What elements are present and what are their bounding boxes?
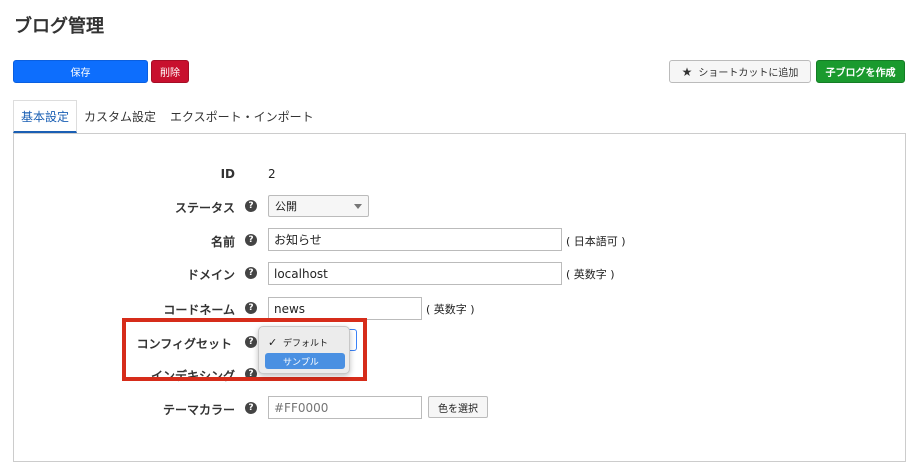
chevron-down-icon xyxy=(354,203,362,209)
id-label: ID xyxy=(220,167,235,181)
tab-custom-settings[interactable]: カスタム設定 xyxy=(77,100,163,133)
page-title: ブログ管理 xyxy=(14,16,104,37)
domain-input[interactable]: localhost xyxy=(268,262,562,285)
name-hint: ( 日本語可 ) xyxy=(566,235,626,248)
name-help-icon[interactable]: ? xyxy=(245,234,257,246)
tab-bar: 基本設定 カスタム設定 エクスポート・インポート xyxy=(13,100,321,134)
add-shortcut-button[interactable]: ★ ショートカットに追加 xyxy=(669,60,811,83)
domain-hint: ( 英数字 ) xyxy=(566,268,615,281)
codename-label: コードネーム xyxy=(163,303,235,317)
id-value: 2 xyxy=(268,167,276,181)
name-input[interactable]: お知らせ xyxy=(268,228,562,251)
option-label: デフォルト xyxy=(283,338,329,349)
theme-color-input[interactable] xyxy=(268,396,422,419)
status-label: ステータス xyxy=(174,201,235,215)
codename-help-icon[interactable]: ? xyxy=(245,302,257,314)
name-label: 名前 xyxy=(210,235,235,249)
dropdown-option-default[interactable]: ✓ デフォルト xyxy=(265,334,345,350)
dropdown-option-sample[interactable]: サンプル xyxy=(265,353,345,369)
codename-hint: ( 英数字 ) xyxy=(426,303,475,316)
theme-color-label: テーマカラー xyxy=(162,403,235,417)
option-label: サンプル xyxy=(283,357,319,368)
status-help-icon[interactable]: ? xyxy=(245,200,257,212)
tab-export-import[interactable]: エクスポート・インポート xyxy=(163,100,321,133)
theme-color-help-icon[interactable]: ? xyxy=(245,402,257,414)
status-select-value: 公開 xyxy=(275,200,297,213)
domain-label: ドメイン xyxy=(186,268,235,282)
codename-input[interactable]: news xyxy=(268,297,422,320)
tab-basic-settings[interactable]: 基本設定 xyxy=(13,100,78,133)
domain-help-icon[interactable]: ? xyxy=(245,267,257,279)
choose-color-button[interactable]: 色を選択 xyxy=(428,396,488,418)
config-set-dropdown: ✓ デフォルト サンプル xyxy=(258,326,350,374)
save-button[interactable]: 保存 xyxy=(13,60,148,83)
star-icon: ★ xyxy=(681,64,693,79)
create-child-blog-button[interactable]: 子ブログを作成 xyxy=(816,60,905,83)
checkmark-icon: ✓ xyxy=(268,335,278,349)
add-shortcut-label: ショートカットに追加 xyxy=(698,68,799,79)
status-select[interactable]: 公開 xyxy=(268,195,369,217)
delete-button[interactable]: 削除 xyxy=(151,60,189,83)
